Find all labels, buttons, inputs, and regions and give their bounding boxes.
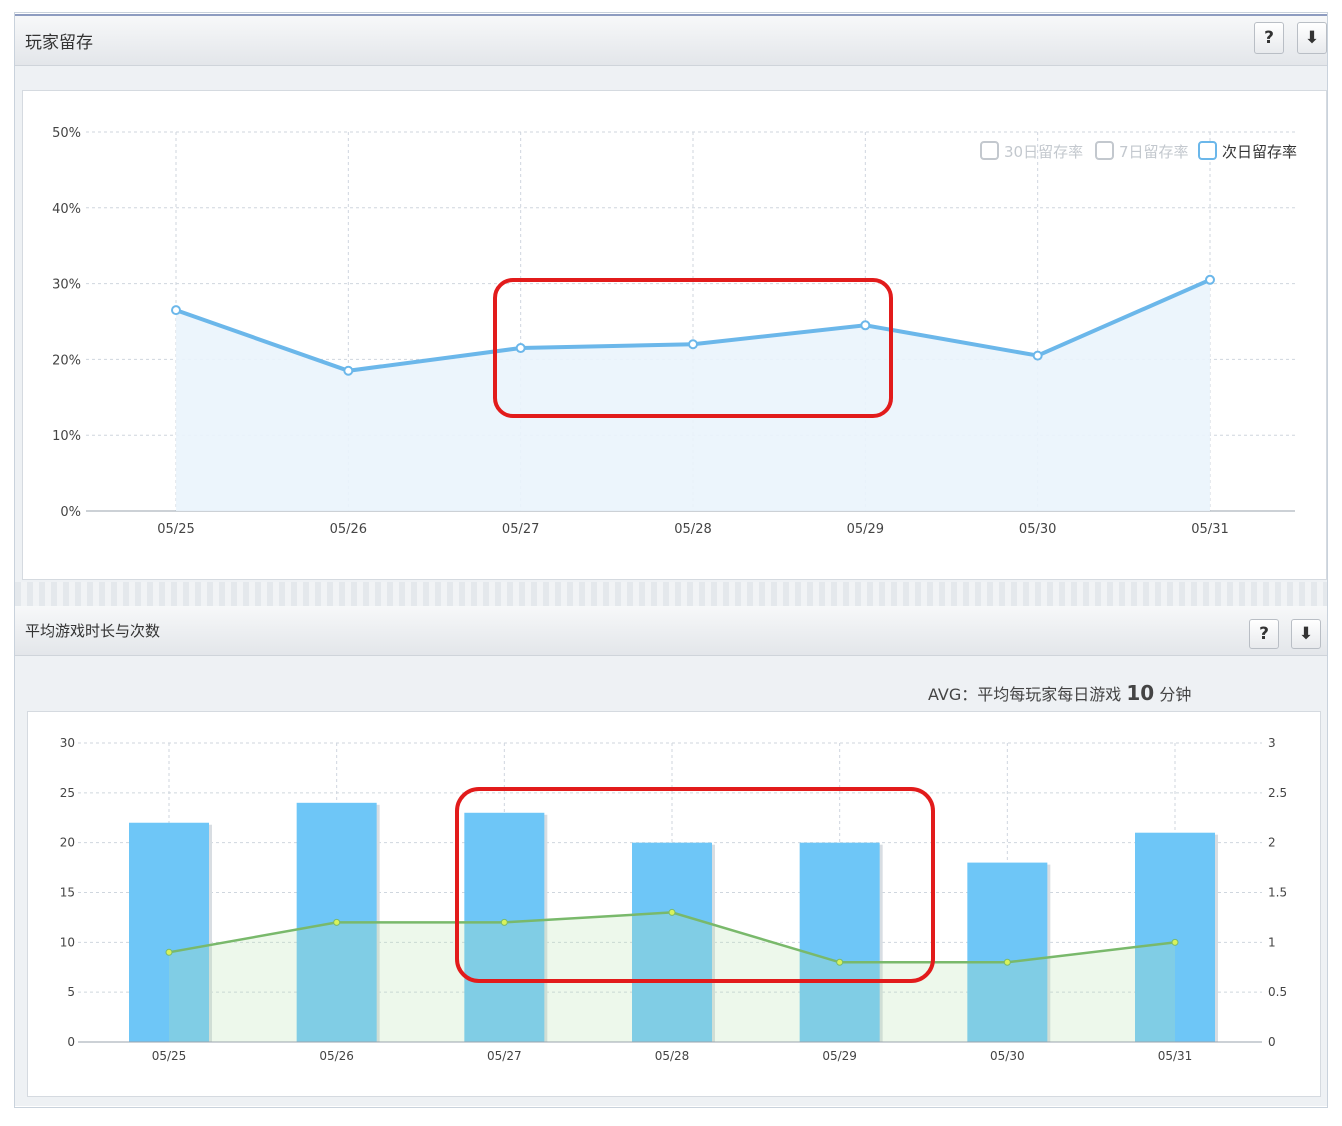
y-left-tick-label: 20 xyxy=(60,836,75,850)
y-tick-label: 10% xyxy=(52,429,81,444)
y-right-tick-label: 2.5 xyxy=(1268,786,1287,800)
retention-line-chart: 0% 10% 20% 30% 40% 50% 05/25 05/26 05/27 05/28 05/… xyxy=(52,126,1297,537)
x-tick-label: 05/28 xyxy=(655,1049,690,1063)
y-right-tick-label: 3 xyxy=(1268,736,1276,750)
playtime-panel-title: 平均游戏时长与次数 xyxy=(25,622,161,640)
legend-checkbox xyxy=(980,141,999,160)
playtime-help-button[interactable]: ? xyxy=(1249,619,1279,649)
y-tick-label: 20% xyxy=(52,353,81,368)
avg-unit: 分钟 xyxy=(1159,685,1192,704)
avg-summary: AVG：平均每玩家每日游戏 10 分钟 xyxy=(928,681,1191,705)
sessions-data-point xyxy=(500,918,508,926)
y-tick-label: 40% xyxy=(52,202,81,217)
sessions-data-point xyxy=(836,958,844,966)
sessions-data-point xyxy=(1003,958,1011,966)
retention-download-icon[interactable]: ⬇ xyxy=(1297,22,1327,54)
y-left-tick-label: 5 xyxy=(67,985,75,999)
retention-panel-header: 玩家留存 xyxy=(15,14,1327,66)
retention-data-point xyxy=(1032,350,1043,361)
playtime-panel-header: 平均游戏时长与次数 xyxy=(15,606,1327,656)
y-tick-label: 30% xyxy=(52,278,81,293)
x-tick-label: 05/29 xyxy=(822,1049,857,1063)
retention-data-point xyxy=(688,339,698,350)
legend-label: 次日留存率 xyxy=(1222,143,1297,161)
legend-checkbox xyxy=(1095,141,1114,160)
retention-data-point xyxy=(860,320,871,331)
x-tick-label: 05/30 xyxy=(1019,522,1056,537)
x-tick-label: 05/30 xyxy=(990,1049,1025,1063)
playtime-combo-chart: 0 5 10 15 20 25 30 0 0.5 1 1.5 2 2.5 3 05/25 05/26 05/27… xyxy=(60,736,1287,1063)
retention-help-button[interactable]: ? xyxy=(1254,22,1284,54)
legend-label: 30日留存率 xyxy=(1004,143,1083,161)
x-tick-label: 05/26 xyxy=(330,522,367,537)
legend-label: 7日留存率 xyxy=(1119,143,1189,161)
y-tick-label: 50% xyxy=(52,126,81,141)
y-left-tick-label: 0 xyxy=(67,1035,75,1049)
x-tick-label: 05/27 xyxy=(487,1049,522,1063)
sessions-data-point xyxy=(1171,938,1179,946)
y-left-tick-label: 15 xyxy=(60,886,75,900)
x-tick-label: 05/31 xyxy=(1191,522,1228,537)
y-tick-label: 0% xyxy=(60,505,81,520)
retention-chart-card: 0% 10% 20% 30% 40% 50% 05/25 05/26 05/27 05/28 05/… xyxy=(22,90,1327,580)
x-tick-label: 05/29 xyxy=(847,522,884,537)
y-right-tick-label: 0.5 xyxy=(1268,985,1287,999)
y-left-tick-label: 10 xyxy=(60,935,75,949)
y-right-tick-label: 0 xyxy=(1268,1035,1276,1049)
x-tick-label: 05/31 xyxy=(1158,1049,1193,1063)
legend-checkbox xyxy=(1198,141,1217,160)
y-right-tick-label: 1.5 xyxy=(1268,886,1287,900)
y-left-tick-label: 25 xyxy=(60,786,75,800)
x-tick-label: 05/27 xyxy=(502,522,539,537)
y-left-tick-label: 30 xyxy=(60,736,75,750)
x-tick-label: 05/25 xyxy=(152,1049,187,1063)
sessions-data-point xyxy=(668,908,676,916)
sessions-data-point xyxy=(333,918,341,926)
retention-data-point xyxy=(171,305,181,316)
x-tick-label: 05/28 xyxy=(674,522,711,537)
avg-prefix: AVG：平均每玩家每日游戏 xyxy=(928,685,1122,704)
playtime-download-icon[interactable]: ⬇ xyxy=(1291,619,1321,649)
sessions-data-point xyxy=(165,948,173,956)
x-tick-label: 05/25 xyxy=(157,522,194,537)
y-right-tick-label: 1 xyxy=(1268,935,1276,949)
retention-data-point xyxy=(1205,274,1215,285)
retention-data-point xyxy=(343,365,354,376)
y-right-tick-label: 2 xyxy=(1268,836,1276,850)
section-separator xyxy=(15,582,1327,606)
retention-panel-title: 玩家留存 xyxy=(25,33,93,53)
avg-value: 10 xyxy=(1126,681,1155,705)
retention-data-point xyxy=(515,343,526,354)
playtime-chart-card: 0 5 10 15 20 25 30 0 0.5 1 1.5 2 2.5 3 05/25 05/26 05/27… xyxy=(27,711,1321,1097)
x-tick-label: 05/26 xyxy=(319,1049,354,1063)
